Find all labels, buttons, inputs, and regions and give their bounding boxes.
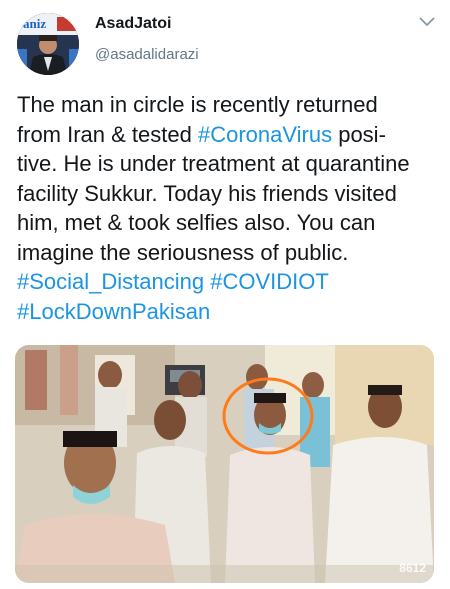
display-name[interactable]: AsadJatoi	[95, 15, 171, 33]
hashtag-link[interactable]: #CoronaVirus	[198, 122, 332, 147]
tweet-line: posi-	[332, 121, 386, 147]
watermark: 8612	[399, 561, 426, 575]
group-selfie-image	[15, 345, 434, 583]
tweet-line: tive. He is under treatment at quarantin…	[17, 151, 410, 176]
tweet-line: imagine the seriousness of public.	[17, 239, 349, 265]
tweet-line: him, met & took selfies also. You can	[17, 210, 376, 235]
avatar-text: aniz	[23, 16, 46, 31]
tweet-header: aniz AsadJatoi @asadalidarazi	[0, 0, 450, 80]
tweet-line: The man in circle is recently returned	[17, 92, 378, 117]
tweet-line: facility Sukkur. Today his friends visit…	[17, 180, 397, 206]
hashtag-link[interactable]: #LockDownPakisan	[17, 299, 210, 324]
tweet-photo[interactable]: 8612	[15, 345, 434, 583]
chevron-down-icon[interactable]	[418, 14, 436, 28]
avatar[interactable]: aniz	[17, 13, 79, 75]
tweet-line: from Iran & tested	[17, 121, 198, 147]
tweet-text: The man in circle is recently returned f…	[17, 90, 437, 326]
hashtag-link[interactable]: #Social_Distancing	[17, 269, 204, 294]
hashtag-link[interactable]: #COVIDIOT	[210, 269, 329, 294]
avatar-image: aniz	[17, 13, 79, 75]
user-handle[interactable]: @asadalidarazi	[95, 46, 199, 63]
